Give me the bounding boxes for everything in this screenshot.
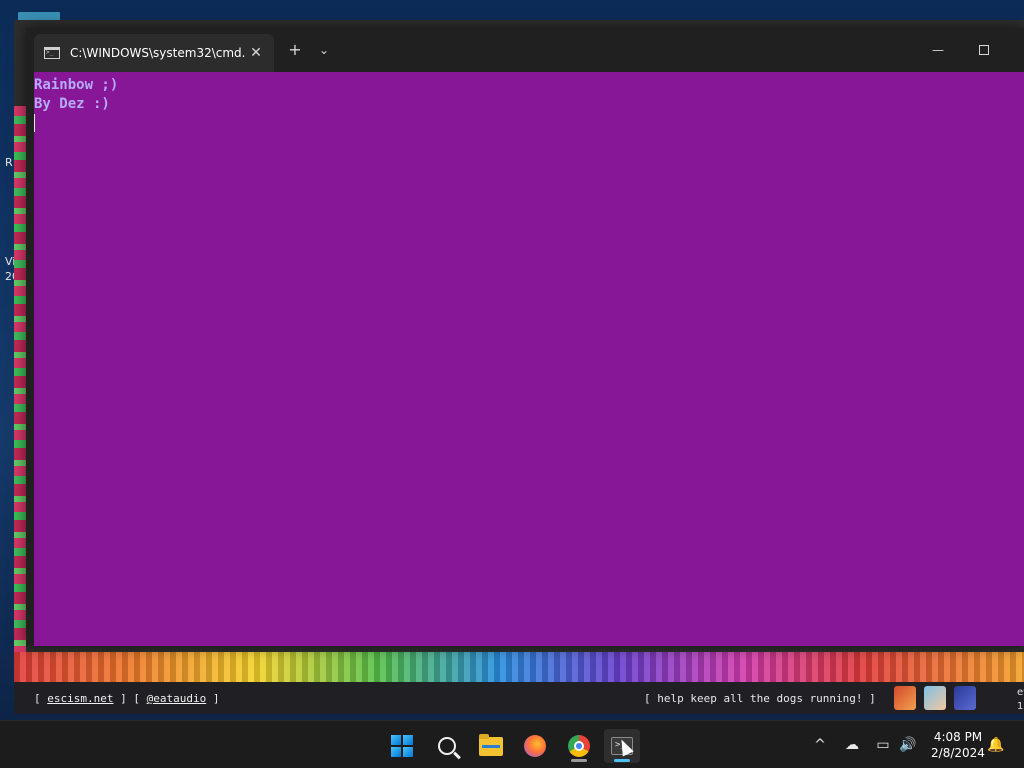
search-icon (438, 737, 456, 755)
running-indicator (571, 759, 587, 762)
dog-sprite-icon (894, 686, 916, 710)
onedrive-icon[interactable]: ☁ (842, 735, 862, 755)
rainbow-pattern-banner (14, 652, 1024, 682)
maximize-button[interactable] (972, 40, 996, 60)
footer-sprites (894, 686, 976, 710)
tab-cmd[interactable]: C:\WINDOWS\system32\cmd. ✕ (34, 34, 274, 72)
clock-time: 4:08 PM (933, 730, 983, 744)
title-bar[interactable]: C:\WINDOWS\system32\cmd. ✕ + ⌄ — (26, 28, 1024, 72)
rainbow-pattern-strip (14, 106, 26, 666)
close-tab-icon[interactable]: ✕ (248, 45, 264, 61)
volume-icon[interactable]: 🔊 (898, 735, 918, 755)
firefox-icon (524, 735, 546, 757)
network-icon[interactable]: ▭ (873, 735, 893, 755)
search-button[interactable] (429, 729, 465, 763)
file-explorer-button[interactable] (473, 729, 509, 763)
edge-text: ew 157 (1017, 687, 1024, 712)
desktop-label-partial: R (5, 156, 13, 169)
clock-date: 2/8/2024 (931, 746, 985, 760)
folder-icon (479, 733, 503, 756)
clock[interactable]: 4:08 PM 2/8/2024 (930, 729, 986, 761)
chevron-up-icon[interactable]: ^ (810, 735, 830, 755)
console-line: Rainbow ;) (34, 77, 119, 93)
terminal-icon (44, 47, 60, 59)
chrome-icon (568, 735, 590, 757)
tab-title: C:\WINDOWS\system32\cmd. (70, 46, 246, 60)
escism-link[interactable]: escism.net (47, 692, 113, 705)
footer-links: [ escism.net ] [ @eataudio ] (34, 692, 220, 705)
taskbar: ^ ☁ ▭ 🔊 4:08 PM 2/8/2024 🔔 (0, 720, 1024, 768)
chevron-down-icon[interactable]: ⌄ (312, 40, 336, 60)
terminal-window[interactable]: C:\WINDOWS\system32\cmd. ✕ + ⌄ — Rainbow… (26, 28, 1024, 646)
notification-bell-icon[interactable]: 🔔 (986, 735, 1006, 755)
console-output[interactable]: Rainbow ;) By Dez :) (34, 72, 1024, 646)
new-tab-button[interactable]: + (283, 40, 307, 60)
chrome-button[interactable] (561, 729, 597, 763)
maximize-icon (979, 45, 989, 55)
minimize-button[interactable]: — (926, 40, 950, 60)
dog-sprite-icon (924, 686, 946, 710)
active-indicator (614, 759, 630, 762)
text-cursor (34, 114, 35, 132)
start-button[interactable] (384, 729, 420, 763)
console-line: By Dez :) (34, 96, 110, 112)
page-footer: [ escism.net ] [ @eataudio ] [ help keep… (14, 682, 1024, 714)
dog-sprite-icon (954, 686, 976, 710)
eataudio-link[interactable]: @eataudio (147, 692, 207, 705)
firefox-button[interactable] (517, 729, 553, 763)
windows-logo-icon (391, 735, 413, 757)
footer-message: [ help keep all the dogs running! ] (644, 692, 876, 705)
